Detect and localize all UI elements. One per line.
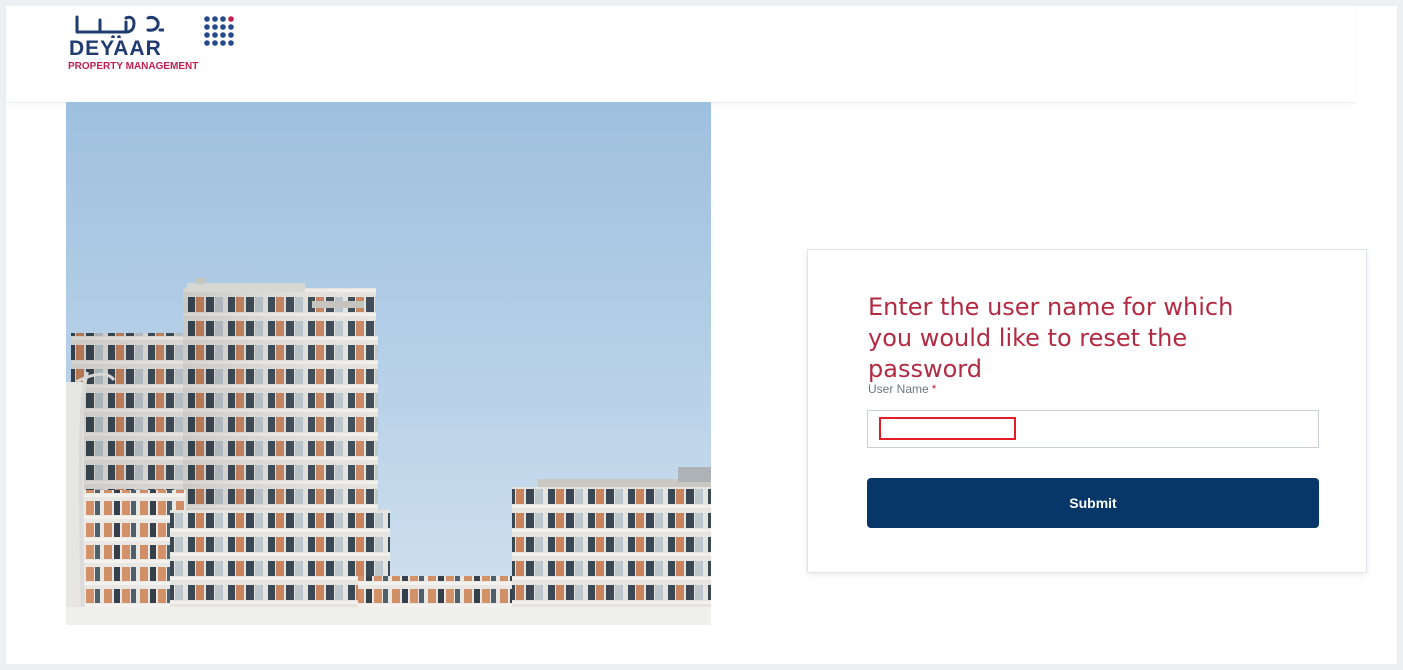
page: DEYAAR PROPERTY MANAGEMENT Enter the use… [6,6,1397,664]
username-label: User Name * [868,382,936,396]
username-label-text: User Name [868,382,929,396]
arabic-logo-mark [75,15,164,38]
reset-password-card: Enter the user name for which you would … [807,249,1367,573]
deyaar-logo: DEYAAR PROPERTY MANAGEMENT [66,12,256,76]
hero-building-image [66,102,711,625]
top-header: DEYAAR PROPERTY MANAGEMENT [6,6,1356,103]
username-input[interactable] [867,410,1319,448]
brand-tagline: PROPERTY MANAGEMENT [68,61,199,72]
brand-name: DEYAAR [69,37,162,60]
grid-logo-icon [204,16,234,46]
residential-towers-illustration [66,278,711,625]
reset-password-heading: Enter the user name for which you would … [868,293,1234,383]
submit-button[interactable]: Submit [867,478,1319,528]
required-marker: * [931,382,937,396]
